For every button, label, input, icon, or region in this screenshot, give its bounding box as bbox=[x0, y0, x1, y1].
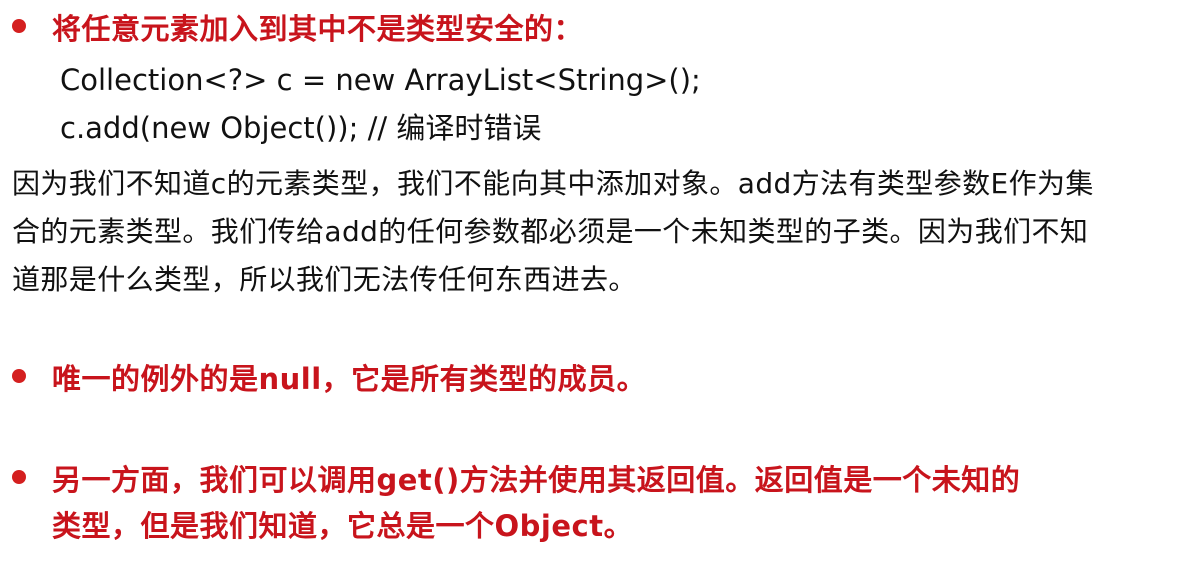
explanation-line-1: 因为我们不知道c的元素类型，我们不能向其中添加对象。add方法有类型参数E作为集 bbox=[12, 167, 1094, 200]
bullet-dot-icon bbox=[12, 470, 26, 484]
bullet-null-exception: 唯一的例外的是null，它是所有类型的成员。 bbox=[12, 356, 646, 402]
explanation-line-3: 道那是什么类型，所以我们无法传任何东西进去。 bbox=[12, 263, 637, 296]
bullet-get-method-line-2: 类型，但是我们知道，它总是一个Object。 bbox=[52, 509, 634, 543]
bullet-get-method-text: 另一方面，我们可以调用get()方法并使用其返回值。返回值是一个未知的 类型，但… bbox=[52, 457, 1020, 549]
code-line-collection: Collection<?> c = new ArrayList<String>(… bbox=[60, 63, 701, 97]
bullet-type-safety-text: 将任意元素加入到其中不是类型安全的： bbox=[52, 12, 584, 46]
bullet-dot-icon bbox=[12, 19, 26, 33]
bullet-dot-icon bbox=[12, 369, 26, 383]
bullet-type-safety: 将任意元素加入到其中不是类型安全的： bbox=[12, 6, 583, 52]
bullet-get-method: 另一方面，我们可以调用get()方法并使用其返回值。返回值是一个未知的 类型，但… bbox=[12, 457, 1020, 549]
slide-content: 将任意元素加入到其中不是类型安全的： Collection<?> c = new… bbox=[0, 0, 1202, 568]
explanation-line-2: 合的元素类型。我们传给add的任何参数都必须是一个未知类型的子类。因为我们不知 bbox=[12, 215, 1089, 248]
code-line-add: c.add(new Object()); // 编译时错误 bbox=[60, 111, 542, 145]
bullet-null-exception-text: 唯一的例外的是null，它是所有类型的成员。 bbox=[52, 362, 647, 396]
bullet-get-method-line-1: 另一方面，我们可以调用get()方法并使用其返回值。返回值是一个未知的 bbox=[52, 463, 1021, 497]
explanation-paragraph: 因为我们不知道c的元素类型，我们不能向其中添加对象。add方法有类型参数E作为集… bbox=[12, 160, 1190, 304]
